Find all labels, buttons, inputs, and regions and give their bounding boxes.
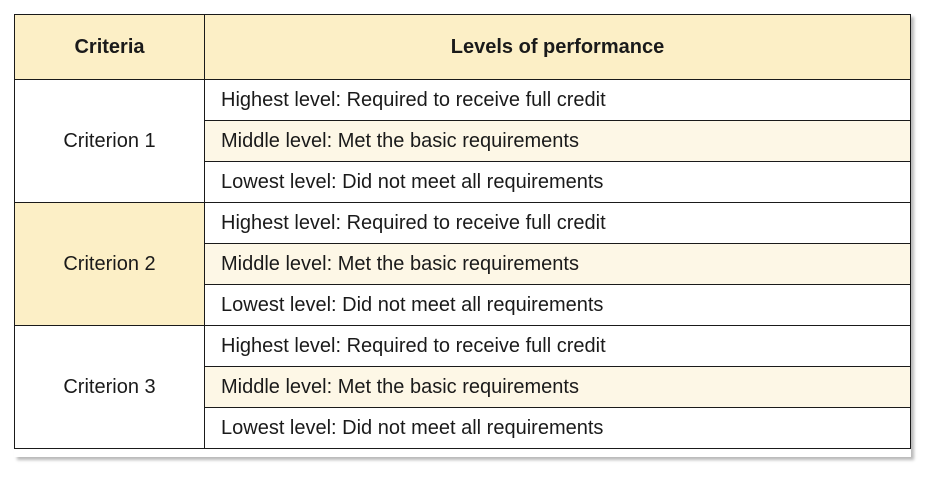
criterion-3-middle-level: Middle level: Met the basic requirements [204, 366, 911, 408]
header-row: Criteria Levels of performance [14, 14, 911, 80]
criterion-1-lowest-level: Lowest level: Did not meet all requireme… [204, 161, 911, 203]
rubric-table: Criteria Levels of performance Criterion… [14, 14, 911, 449]
criterion-1-highest-level: Highest level: Required to receive full … [204, 79, 911, 121]
levels-header: Levels of performance [204, 14, 911, 80]
criterion-1-middle-level: Middle level: Met the basic requirements [204, 120, 911, 162]
criterion-2-lowest-level: Lowest level: Did not meet all requireme… [204, 284, 911, 326]
criterion-3-cell: Criterion 3 [14, 325, 205, 449]
rubric-table-container: Criteria Levels of performance Criterion… [14, 14, 911, 457]
criterion-2-middle-level: Middle level: Met the basic requirements [204, 243, 911, 285]
criterion-3-highest-level: Highest level: Required to receive full … [204, 325, 911, 367]
criterion-3-lowest-level: Lowest level: Did not meet all requireme… [204, 407, 911, 449]
table-row: Criterion 2 Highest level: Required to r… [14, 202, 911, 326]
table-row: Criterion 1 Highest level: Required to r… [14, 79, 911, 203]
table-row: Criterion 3 Highest level: Required to r… [14, 325, 911, 449]
criterion-2-highest-level: Highest level: Required to receive full … [204, 202, 911, 244]
criteria-header: Criteria [14, 14, 205, 80]
criterion-1-cell: Criterion 1 [14, 79, 205, 203]
criterion-2-cell: Criterion 2 [14, 202, 205, 326]
